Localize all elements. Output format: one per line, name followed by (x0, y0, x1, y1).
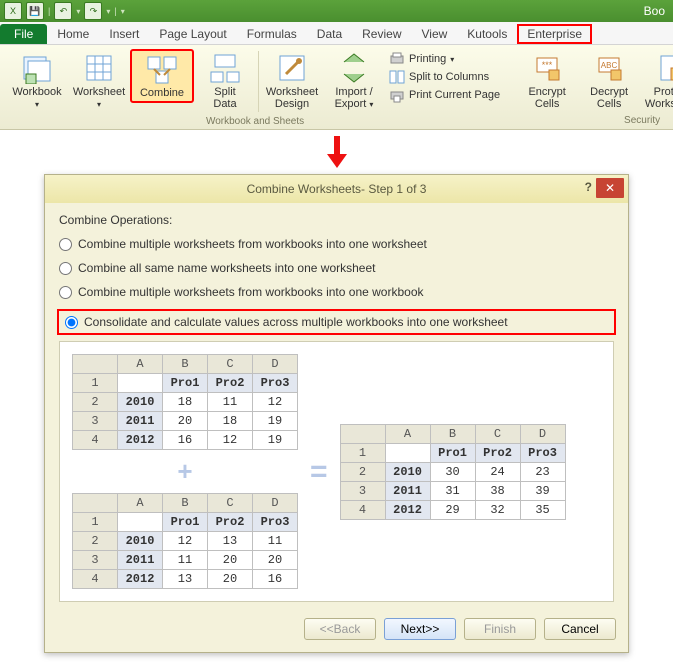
finish-button[interactable]: Finish (464, 618, 536, 640)
plus-icon: + (72, 456, 298, 487)
radio-option-3[interactable]: Consolidate and calculate values across … (57, 309, 616, 335)
dialog-buttons: <<Back Next>> Finish Cancel (45, 610, 628, 652)
radio-option-1[interactable]: Combine all same name worksheets into on… (59, 261, 614, 275)
import-export-button[interactable]: Import / Export ▾ (323, 49, 385, 114)
radio-input[interactable] (59, 286, 72, 299)
radio-option-2[interactable]: Combine multiple worksheets from workboo… (59, 285, 614, 299)
decrypt-label: Decrypt Cells (590, 86, 628, 110)
cancel-button[interactable]: Cancel (544, 618, 616, 640)
worksheet-design-button[interactable]: Worksheet Design (261, 49, 323, 113)
split-columns-button[interactable]: Split to Columns (389, 69, 500, 85)
tab-enterprise[interactable]: Enterprise (517, 24, 592, 44)
qat-customize-icon[interactable]: ▾ (121, 7, 125, 16)
design-icon (276, 52, 308, 84)
combine-icon (146, 53, 178, 85)
preview-pane: ABCD1Pro1Pro2Pro322010181112320112018194… (59, 341, 614, 602)
radio-input[interactable] (59, 238, 72, 251)
printer-icon (389, 51, 405, 67)
group-label: Security (624, 115, 660, 126)
redo-icon[interactable]: ↷ (84, 2, 102, 20)
group-security: *** Encrypt Cells ABC Decrypt Cells Prot… (512, 49, 673, 127)
chevron-down-icon[interactable]: ▾ (106, 7, 110, 16)
group-workbook-sheets: Workbook▾ Worksheet▾ Combine Split Data … (2, 49, 508, 127)
split-icon (209, 52, 241, 84)
tab-file[interactable]: File (0, 24, 47, 44)
equals-icon: = (310, 455, 328, 489)
print-stack: Printing ▾ Split to Columns Print Curren… (385, 49, 504, 105)
qat-sep: | (114, 6, 116, 16)
group-label: Workbook and Sheets (206, 116, 304, 127)
dialog-title: Combine Worksheets- Step 1 of 3 (247, 182, 427, 196)
save-icon[interactable]: 💾 (26, 2, 44, 20)
mini-sheet: ABCD1Pro1Pro2Pro322010302423320113138394… (340, 424, 566, 520)
mini-sheet: ABCD1Pro1Pro2Pro322010181112320112018194… (72, 354, 298, 450)
excel-icon: X (4, 2, 22, 20)
svg-text:***: *** (542, 60, 553, 70)
ribbon: Workbook▾ Worksheet▾ Combine Split Data … (0, 45, 673, 130)
qat-sep: | (48, 6, 50, 16)
worksheet-icon (83, 52, 115, 84)
ribbon-tabs: File HomeInsertPage LayoutFormulasDataRe… (0, 22, 673, 45)
combine-label: Combine (140, 87, 184, 99)
workbook-icon (21, 52, 53, 84)
decrypt-icon: ABC (593, 52, 625, 84)
encrypt-label: Encrypt Cells (528, 86, 565, 110)
radio-option-0[interactable]: Combine multiple worksheets from workboo… (59, 237, 614, 251)
radio-label: Combine multiple worksheets from workboo… (78, 237, 427, 251)
mini-sheet: ABCD1Pro1Pro2Pro322010121311320111120204… (72, 493, 298, 589)
radio-input[interactable] (65, 316, 78, 329)
tab-data[interactable]: Data (307, 24, 352, 44)
dialog-titlebar: Combine Worksheets- Step 1 of 3 ? ✕ (45, 175, 628, 203)
tab-home[interactable]: Home (47, 24, 99, 44)
protect-label: Protect Worksheet (645, 86, 673, 110)
next-button[interactable]: Next>> (384, 618, 456, 640)
tab-page-layout[interactable]: Page Layout (149, 24, 236, 44)
chevron-down-icon[interactable]: ▾ (76, 7, 80, 16)
print-page-button[interactable]: Print Current Page (389, 87, 500, 103)
worksheet-button[interactable]: Worksheet▾ (68, 49, 130, 114)
tab-insert[interactable]: Insert (99, 24, 149, 44)
printing-button[interactable]: Printing ▾ (389, 51, 500, 67)
help-button[interactable]: ? (585, 180, 592, 194)
close-button[interactable]: ✕ (596, 178, 624, 198)
worksheet-label: Worksheet▾ (73, 86, 125, 111)
split-columns-icon (389, 69, 405, 85)
operations-label: Combine Operations: (59, 213, 614, 227)
encrypt-button[interactable]: *** Encrypt Cells (516, 49, 578, 113)
window-title: Boo (644, 4, 669, 18)
print-page-icon (389, 87, 405, 103)
svg-text:ABC: ABC (601, 61, 618, 70)
radio-label: Consolidate and calculate values across … (84, 315, 508, 329)
undo-icon[interactable]: ↶ (54, 2, 72, 20)
radio-label: Combine multiple worksheets from workboo… (78, 285, 424, 299)
workbook-button[interactable]: Workbook▾ (6, 49, 68, 114)
combine-button[interactable]: Combine (130, 49, 194, 103)
workbook-label: Workbook▾ (12, 86, 61, 111)
decrypt-button[interactable]: ABC Decrypt Cells (578, 49, 640, 113)
design-label: Worksheet Design (266, 86, 318, 110)
quick-access-toolbar: X 💾 | ↶ ▾ ↷ ▾ | ▾ Boo (0, 0, 673, 22)
impexp-label: Import / Export ▾ (335, 86, 374, 111)
split-label: Split Data (213, 86, 236, 110)
tab-view[interactable]: View (412, 24, 458, 44)
import-export-icon (338, 52, 370, 84)
protect-ws-button[interactable]: Protect Worksheet (640, 49, 673, 113)
combine-dialog: Combine Worksheets- Step 1 of 3 ? ✕ Comb… (44, 174, 629, 653)
red-arrow-icon (0, 136, 673, 170)
tab-kutools[interactable]: Kutools (457, 24, 517, 44)
encrypt-icon: *** (531, 52, 563, 84)
protect-icon (655, 52, 673, 84)
radio-label: Combine all same name worksheets into on… (78, 261, 375, 275)
radio-input[interactable] (59, 262, 72, 275)
back-button[interactable]: <<Back (304, 618, 376, 640)
tab-review[interactable]: Review (352, 24, 411, 44)
tab-formulas[interactable]: Formulas (237, 24, 307, 44)
split-data-button[interactable]: Split Data (194, 49, 256, 113)
